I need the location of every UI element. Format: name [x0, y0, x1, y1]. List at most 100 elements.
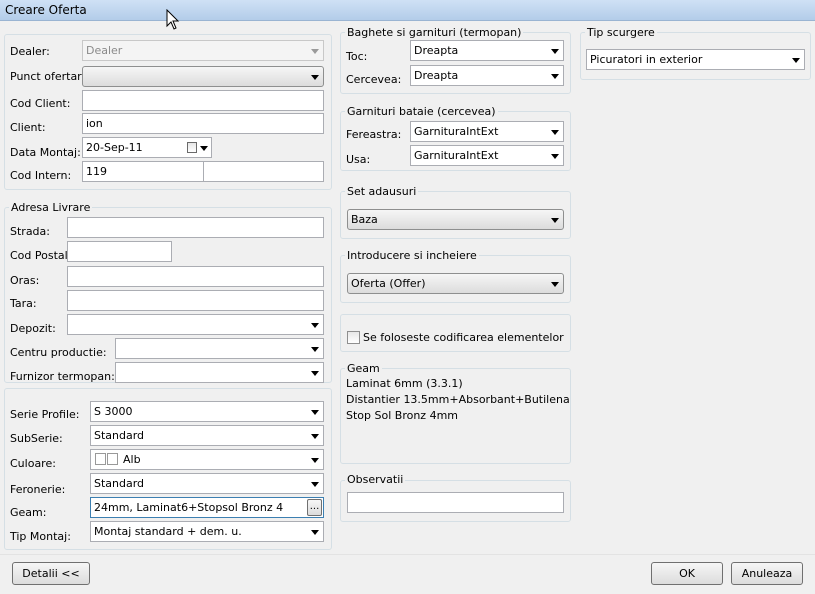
geam-input[interactable]: 24mm, Laminat6+Stopsol Bronz 4 ... — [90, 497, 324, 518]
cod-client-input[interactable] — [82, 90, 324, 111]
dealer-select[interactable]: Dealer — [82, 40, 324, 61]
client-label: Client: — [10, 121, 46, 134]
adresa-livrare-title: Adresa Livrare — [9, 201, 93, 214]
calendar-icon[interactable] — [187, 142, 197, 153]
set-adausuri-title: Set adausuri — [345, 185, 419, 198]
tip-montaj-value: Montaj standard + dem. u. — [94, 525, 242, 538]
feronerie-value: Standard — [94, 477, 145, 490]
feronerie-select[interactable]: Standard — [90, 473, 324, 494]
set-adausuri-value: Baza — [351, 213, 378, 226]
cod-intern-label: Cod Intern: — [10, 169, 72, 182]
chevron-down-icon — [311, 458, 319, 463]
geam-info-line: Stop Sol Bronz 4mm — [346, 409, 458, 422]
chevron-down-icon — [311, 530, 319, 535]
usa-select[interactable]: GarnituraIntExt — [410, 145, 564, 166]
codificare-checkbox[interactable] — [347, 331, 360, 344]
feronerie-label: Feronerie: — [10, 483, 66, 496]
chevron-down-icon[interactable] — [200, 146, 208, 151]
tara-input[interactable] — [67, 290, 324, 311]
mouse-cursor-icon — [166, 9, 180, 30]
cercevea-label: Cercevea: — [346, 73, 402, 86]
chevron-down-icon — [311, 49, 319, 54]
cod-intern-secondary-input[interactable] — [203, 161, 324, 182]
usa-value: GarnituraIntExt — [414, 149, 499, 162]
anuleaza-button[interactable]: Anuleaza — [731, 562, 803, 585]
color-swatch-icon — [107, 453, 118, 465]
culoare-value: Alb — [123, 453, 141, 466]
usa-label: Usa: — [346, 153, 371, 166]
oras-label: Oras: — [10, 274, 40, 287]
depozit-select[interactable] — [67, 314, 324, 335]
fereastra-select[interactable]: GarnituraIntExt — [410, 121, 564, 142]
geam-info-line: Laminat 6mm (3.3.1) — [346, 377, 463, 390]
cercevea-value: Dreapta — [414, 69, 459, 82]
centru-productie-select[interactable] — [115, 338, 324, 359]
furnizor-termopan-select[interactable] — [115, 362, 324, 383]
cod-client-label: Cod Client: — [10, 97, 71, 110]
garnituri-title: Garnituri bataie (cercevea) — [345, 105, 498, 118]
cercevea-select[interactable]: Dreapta — [410, 65, 564, 86]
culoare-select[interactable]: Alb — [90, 449, 324, 470]
tip-scurgere-value: Picuratori in exterior — [590, 53, 703, 66]
oras-input[interactable] — [67, 266, 324, 287]
cod-postal-label: Cod Postal: — [10, 249, 72, 262]
chevron-down-icon — [311, 347, 319, 352]
cod-intern-input[interactable]: 119 — [82, 161, 204, 182]
data-montaj-label: Data Montaj: — [10, 146, 81, 159]
chevron-down-icon — [311, 410, 319, 415]
chevron-down-icon — [311, 434, 319, 439]
centru-productie-label: Centru productie: — [10, 346, 107, 359]
geam-info-line: Distantier 13.5mm+Absorbant+Butilena — [346, 393, 570, 406]
tip-scurgere-select[interactable]: Picuratori in exterior — [586, 49, 805, 70]
toc-label: Toc: — [346, 50, 368, 63]
client-input[interactable]: ion — [82, 113, 324, 134]
chevron-down-icon — [551, 282, 559, 287]
geam-browse-button[interactable]: ... — [307, 499, 322, 516]
geam-value: 24mm, Laminat6+Stopsol Bronz 4 — [94, 501, 284, 514]
chevron-down-icon — [311, 75, 319, 80]
tip-montaj-label: Tip Montaj: — [10, 530, 71, 543]
chevron-down-icon — [311, 371, 319, 376]
set-adausuri-select[interactable]: Baza — [347, 209, 564, 230]
strada-input[interactable] — [67, 217, 324, 238]
punct-ofertare-select[interactable] — [82, 66, 324, 87]
subserie-value: Standard — [94, 429, 145, 442]
introducere-title: Introducere si incheiere — [345, 249, 479, 262]
chevron-down-icon — [551, 49, 559, 54]
serie-profile-value: S 3000 — [94, 405, 133, 418]
detalii-button[interactable]: Detalii << — [12, 562, 90, 585]
chevron-down-icon — [792, 58, 800, 63]
introducere-select[interactable]: Oferta (Offer) — [347, 273, 564, 294]
data-montaj-picker[interactable]: 20-Sep-11 — [82, 137, 212, 158]
geam-info-title: Geam — [345, 362, 382, 375]
strada-label: Strada: — [10, 225, 50, 238]
furnizor-termopan-label: Furnizor termopan: — [10, 370, 115, 383]
geam-label: Geam: — [10, 506, 47, 519]
data-montaj-value: 20-Sep-11 — [86, 141, 143, 154]
tip-montaj-select[interactable]: Montaj standard + dem. u. — [90, 521, 324, 542]
fereastra-value: GarnituraIntExt — [414, 125, 499, 138]
codificare-label[interactable]: Se foloseste codificarea elementelor — [363, 331, 564, 345]
observatii-input[interactable] — [347, 492, 564, 513]
window-title: Creare Oferta — [5, 3, 87, 17]
subserie-select[interactable]: Standard — [90, 425, 324, 446]
subserie-label: SubSerie: — [10, 432, 63, 445]
toc-select[interactable]: Dreapta — [410, 40, 564, 61]
tara-label: Tara: — [10, 297, 37, 310]
bottom-separator — [0, 554, 815, 555]
cod-postal-input[interactable] — [67, 241, 172, 262]
punct-ofertare-label: Punct ofertare: — [10, 70, 92, 83]
depozit-label: Depozit: — [10, 322, 56, 335]
chevron-down-icon — [551, 154, 559, 159]
title-bar: Creare Oferta — [0, 0, 815, 21]
toc-value: Dreapta — [414, 44, 459, 57]
chevron-down-icon — [551, 130, 559, 135]
tip-scurgere-title: Tip scurgere — [585, 26, 657, 39]
chevron-down-icon — [551, 74, 559, 79]
fereastra-label: Fereastra: — [346, 128, 402, 141]
chevron-down-icon — [311, 482, 319, 487]
color-swatch-icon — [95, 453, 106, 465]
dealer-label: Dealer: — [10, 45, 50, 58]
serie-profile-select[interactable]: S 3000 — [90, 401, 324, 422]
ok-button[interactable]: OK — [651, 562, 723, 585]
